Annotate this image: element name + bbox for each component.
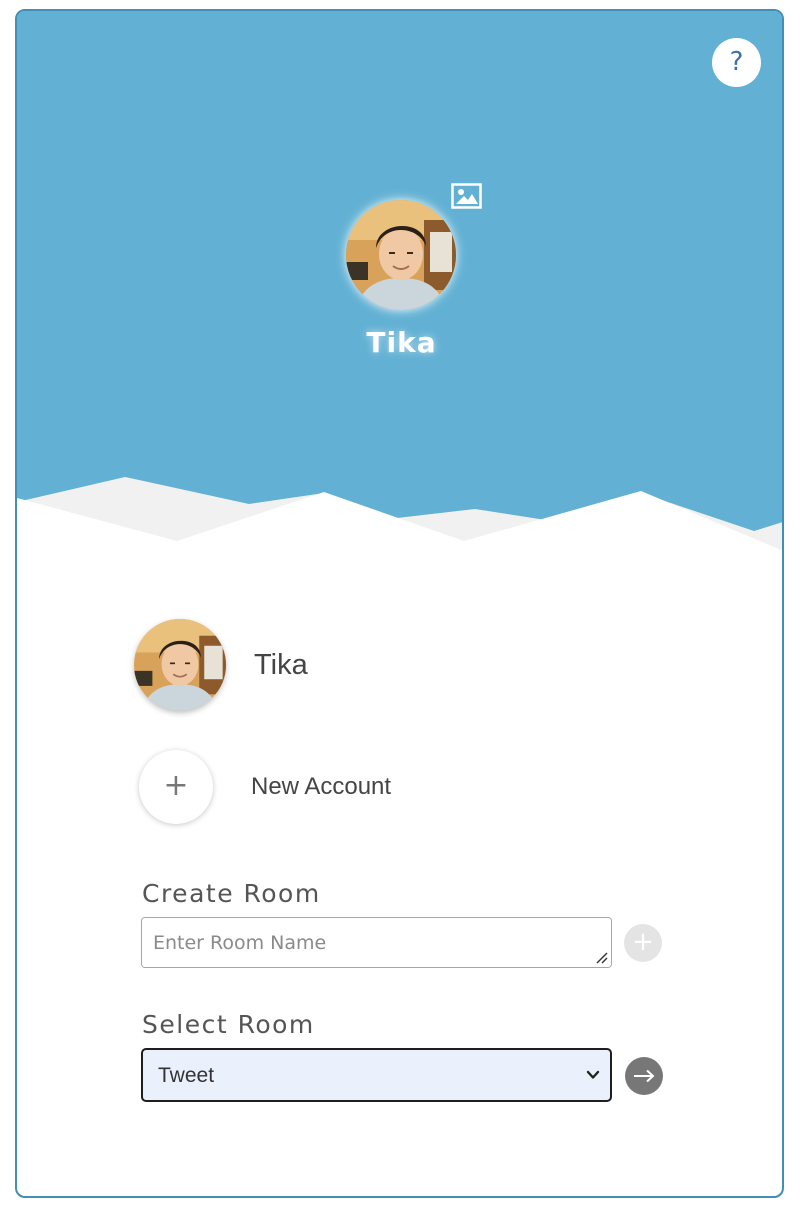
room-select[interactable]: Tweet [141, 1048, 612, 1102]
profile-name: Tika [366, 326, 437, 359]
login-card: ? Tika Tika + New Account Create Room En… [15, 9, 784, 1198]
new-account-label: New Account [251, 773, 392, 800]
question-mark-icon: ? [729, 47, 744, 77]
avatar-photo [346, 200, 456, 310]
chevron-down-icon [586, 1070, 600, 1079]
add-room-button[interactable]: + [624, 924, 662, 962]
profile-avatar[interactable] [346, 200, 456, 310]
plus-icon: + [139, 750, 213, 824]
account-item-tika[interactable]: Tika [134, 619, 308, 711]
header-banner: ? Tika [17, 11, 782, 571]
new-account-button[interactable]: + New Account [134, 750, 391, 824]
avatar [134, 619, 226, 711]
enter-room-button[interactable] [625, 1057, 663, 1095]
select-room-label: Select Room [142, 1010, 315, 1039]
room-name-input[interactable] [141, 917, 612, 968]
avatar-photo [134, 619, 226, 711]
create-room-label: Create Room [142, 879, 321, 908]
arrow-right-icon [634, 1069, 655, 1083]
account-name: Tika [254, 648, 308, 681]
image-icon[interactable] [451, 183, 482, 209]
resize-grip-icon[interactable] [595, 951, 608, 964]
selected-room: Tweet [158, 1064, 215, 1087]
plus-icon: + [632, 927, 654, 957]
help-button[interactable]: ? [712, 38, 761, 87]
